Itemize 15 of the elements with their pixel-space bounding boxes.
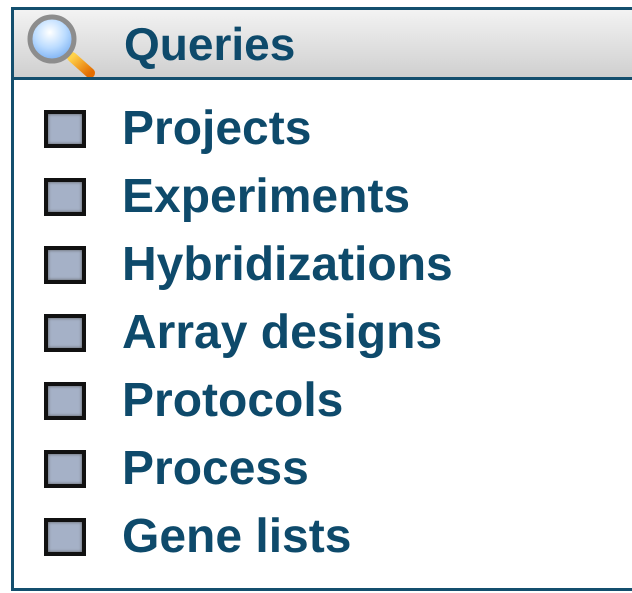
query-link[interactable]: Hybridizations: [122, 241, 453, 289]
query-link[interactable]: Experiments: [122, 173, 410, 221]
query-link[interactable]: Gene lists: [122, 513, 352, 561]
square-bullet-icon: [44, 450, 86, 488]
square-bullet-icon: [44, 382, 86, 420]
square-bullet-icon: [44, 314, 86, 352]
square-bullet-icon: [44, 178, 86, 216]
query-link[interactable]: Array designs: [122, 309, 442, 357]
square-bullet-icon: [44, 110, 86, 148]
square-bullet-icon: [44, 246, 86, 284]
query-link[interactable]: Process: [122, 445, 309, 493]
panel-title: Queries: [124, 20, 296, 66]
query-link[interactable]: Protocols: [122, 377, 344, 425]
square-bullet-icon: [44, 518, 86, 556]
query-link[interactable]: Projects: [122, 105, 312, 153]
